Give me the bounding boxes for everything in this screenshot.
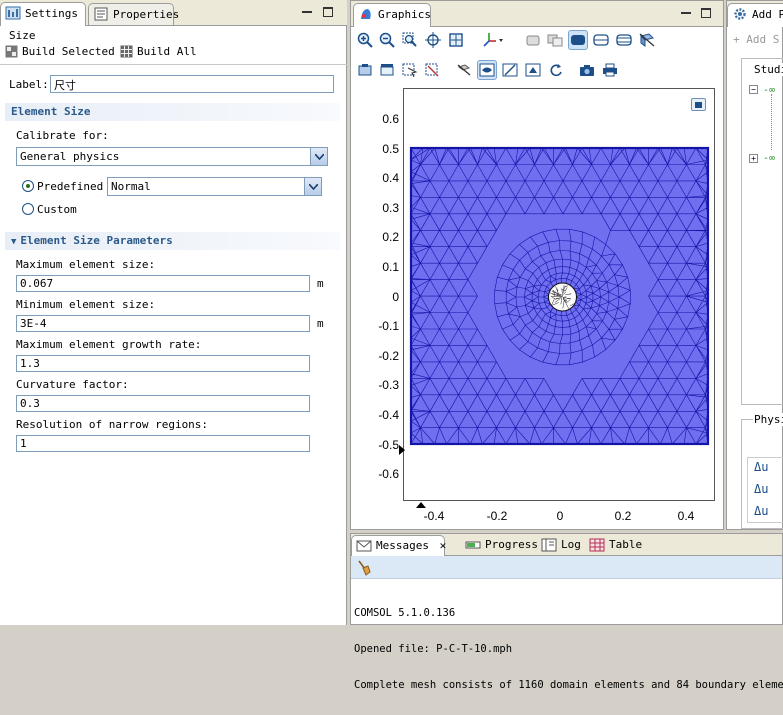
studies-label: Studi	[753, 63, 783, 76]
min-size-input[interactable]: 3E-4	[16, 315, 310, 332]
close-icon[interactable]: ✕	[440, 539, 447, 552]
table-icon	[589, 538, 605, 552]
tab-table-label: Table	[609, 538, 642, 551]
x-tick-label: 0	[544, 509, 576, 523]
narrow-regions-input[interactable]: 1	[16, 435, 310, 452]
build-selected-label: Build Selected	[22, 45, 115, 58]
y-axis-marker-icon	[399, 445, 405, 455]
label-caption: Label:	[9, 78, 49, 91]
studies-group	[741, 58, 783, 405]
build-selected-icon	[5, 45, 18, 58]
params-section-header[interactable]: ▼ Element Size Parameters	[5, 232, 340, 250]
study-node-icon[interactable]: -∞	[763, 85, 775, 96]
tab-progress[interactable]: Progress	[461, 535, 535, 556]
physics-item-icon[interactable]: Δu	[754, 460, 768, 474]
physics-list: Δu Δu Δu	[747, 457, 783, 523]
tab-table[interactable]: Table	[585, 535, 641, 556]
messages-icon	[356, 539, 372, 553]
properties-icon	[93, 7, 109, 21]
x-tick-label: 0.4	[670, 509, 702, 523]
messages-panel: Messages ✕ Progress Log Table COMSOL 5.1…	[350, 533, 783, 625]
right-tabbar: Add Pl	[727, 1, 783, 27]
tab-settings-label: Settings	[25, 7, 78, 20]
curvature-input[interactable]: 0.3	[16, 395, 310, 412]
tab-settings[interactable]: Settings	[0, 2, 86, 26]
max-size-input[interactable]: 0.067	[16, 275, 310, 292]
tab-messages-label: Messages	[376, 539, 429, 552]
curvature-label: Curvature factor:	[16, 378, 129, 391]
settings-icon	[5, 6, 21, 20]
x-tick-label: -0.4	[418, 509, 450, 523]
element-size-section-title: Element Size	[11, 105, 90, 118]
settings-panel: Settings Properties Size Build Selected …	[0, 0, 347, 625]
calibrate-value: General physics	[20, 150, 119, 163]
physics-item-icon[interactable]: Δu	[754, 482, 768, 496]
tree-collapse-icon[interactable]: −	[749, 85, 758, 94]
growth-rate-label: Maximum element growth rate:	[16, 338, 201, 351]
params-section-title: Element Size Parameters	[20, 234, 172, 247]
custom-label: Custom	[37, 203, 77, 216]
tab-log[interactable]: Log	[537, 535, 583, 556]
label-input[interactable]: 尺寸	[50, 75, 334, 93]
min-size-unit: m	[317, 317, 324, 330]
element-size-section-header[interactable]: Element Size	[5, 103, 340, 121]
divider	[0, 64, 347, 65]
gear-icon	[732, 7, 748, 21]
tab-add-physics[interactable]: Add Pl	[727, 3, 783, 27]
message-line: COMSOL 5.1.0.136	[354, 607, 783, 619]
maximize-icon[interactable]	[323, 7, 333, 17]
tab-properties[interactable]: Properties	[88, 3, 174, 25]
max-size-unit: m	[317, 277, 324, 290]
add-study-label: Add S	[746, 33, 779, 46]
calibrate-caption: Calibrate for:	[16, 129, 109, 142]
study-node-icon[interactable]: -∞	[763, 153, 775, 164]
physics-item-icon[interactable]: Δu	[754, 504, 768, 518]
settings-tabbar: Settings Properties	[0, 0, 347, 26]
custom-radio[interactable]	[22, 203, 34, 215]
build-all-icon	[120, 45, 133, 58]
add-physics-panel: Add Pl + Add S Studi − -∞ + -∞ Physi Δu …	[726, 0, 783, 530]
tab-progress-label: Progress	[485, 538, 538, 551]
narrow-regions-label: Resolution of narrow regions:	[16, 418, 208, 431]
predefined-label: Predefined	[37, 180, 103, 193]
growth-rate-input[interactable]: 1.3	[16, 355, 310, 372]
minimize-icon[interactable]	[302, 7, 312, 13]
progress-icon	[465, 538, 481, 552]
min-size-label: Minimum element size:	[16, 298, 155, 311]
collapse-triangle-icon: ▼	[11, 237, 16, 247]
x-tick-label: 0.2	[607, 509, 639, 523]
chevron-down-icon	[310, 148, 327, 165]
calibrate-select[interactable]: General physics	[16, 147, 328, 166]
messages-tabbar: Messages ✕ Progress Log Table	[351, 534, 782, 556]
tree-expand-icon[interactable]: +	[749, 154, 758, 163]
add-study-button[interactable]: + Add S	[733, 33, 779, 46]
log-icon	[541, 538, 557, 552]
tab-add-physics-label: Add Pl	[752, 8, 783, 21]
message-line: Complete mesh consists of 1160 domain el…	[354, 679, 783, 691]
predefined-select[interactable]: Normal	[107, 177, 322, 196]
predefined-value: Normal	[111, 180, 151, 193]
x-axis: -0.4 -0.2 0 0.2 0.4	[351, 1, 723, 531]
tab-properties-label: Properties	[113, 8, 179, 21]
graphics-panel: Graphics 0.6 0.5 0.4 0.3 0.2 0.1 0 -0.1 …	[350, 0, 724, 530]
predefined-radio[interactable]	[22, 180, 34, 192]
messages-toolbar	[351, 556, 782, 579]
node-title: Size	[9, 29, 36, 42]
max-size-label: Maximum element size:	[16, 258, 155, 271]
build-all-label: Build All	[137, 45, 197, 58]
messages-log: COMSOL 5.1.0.136 Opened file: P-C-T-10.m…	[354, 583, 783, 715]
clear-broom-icon[interactable]	[357, 560, 371, 576]
tab-messages[interactable]: Messages ✕	[351, 535, 445, 556]
tree-line	[771, 94, 772, 150]
x-tick-label: -0.2	[481, 509, 513, 523]
chevron-down-icon	[304, 178, 321, 195]
tab-log-label: Log	[561, 538, 581, 551]
plus-icon: +	[733, 33, 746, 46]
message-line: Opened file: P-C-T-10.mph	[354, 643, 783, 655]
x-axis-marker-icon	[416, 502, 426, 508]
physics-label: Physi	[753, 413, 783, 426]
